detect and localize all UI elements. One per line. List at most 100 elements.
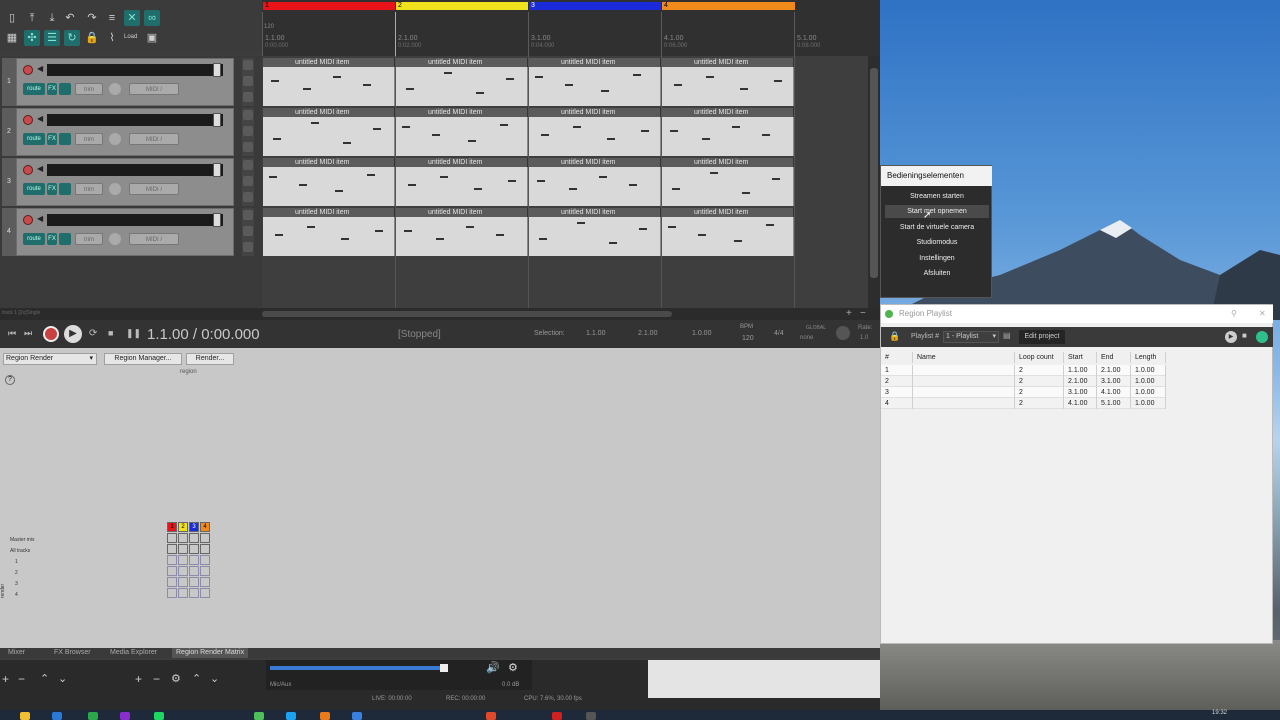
midi-item[interactable] [662, 67, 794, 106]
go-end-icon[interactable]: ⏭ [24, 328, 32, 339]
rate-value[interactable]: 1.0 [860, 335, 868, 341]
matrix-cell[interactable] [167, 577, 177, 587]
track-number[interactable]: 3 [2, 158, 16, 206]
track-io-button[interactable] [243, 226, 253, 236]
table-cell-start[interactable]: 3.1.00 [1064, 387, 1097, 398]
track-header[interactable]: ◀ route FX trim MIDI / [16, 158, 234, 206]
fx-bypass-button[interactable] [59, 133, 71, 145]
selection-start[interactable]: 1.1.00 [586, 330, 605, 337]
selection-end[interactable]: 2.1.00 [638, 330, 657, 337]
column-header[interactable]: Loop count [1015, 352, 1064, 363]
pin-icon[interactable]: ⚲ [1231, 305, 1237, 323]
midi-item[interactable] [529, 167, 661, 206]
matrix-cell[interactable] [189, 588, 199, 598]
stop-icon[interactable]: ■ [108, 328, 113, 338]
midi-item[interactable] [263, 117, 395, 156]
fx-button[interactable]: FX [47, 133, 57, 145]
track-2[interactable]: 2 ◀ route FX trim MIDI / [2, 108, 258, 156]
app-icon[interactable] [486, 712, 496, 720]
table-cell-loop[interactable]: 2 [1015, 398, 1064, 409]
matrix-cell[interactable] [167, 544, 177, 554]
matrix-cell[interactable] [200, 588, 210, 598]
midi-item-header[interactable]: untitled MIDI item [529, 208, 661, 217]
midi-item[interactable] [662, 217, 794, 256]
table-cell-start[interactable]: 4.1.00 [1064, 398, 1097, 409]
table-cell-name[interactable] [913, 365, 1015, 376]
pan-knob[interactable] [109, 133, 121, 145]
mail-icon[interactable] [52, 712, 62, 720]
new-project-icon[interactable]: ▯ [4, 10, 20, 26]
track-header[interactable]: ◀ route FX trim MIDI / [16, 208, 234, 256]
record-arm-button[interactable] [23, 165, 33, 175]
matrix-cell[interactable] [189, 577, 199, 587]
global-mode[interactable]: none [800, 335, 813, 341]
midi-item-header[interactable]: untitled MIDI item [662, 58, 794, 67]
midi-item[interactable] [529, 67, 661, 106]
repeat-icon[interactable] [1256, 331, 1268, 343]
track-phase-button[interactable] [243, 242, 253, 252]
x-toggle-icon[interactable]: ✕ [124, 10, 140, 26]
region-column-header[interactable]: 3 [189, 522, 199, 532]
midi-item[interactable] [662, 117, 794, 156]
table-cell-end[interactable]: 3.1.00 [1097, 376, 1131, 387]
midi-item[interactable] [263, 67, 395, 106]
play-icon[interactable]: ▶ [1225, 331, 1237, 343]
table-cell-name[interactable] [913, 376, 1015, 387]
track-4[interactable]: 4 ◀ route FX trim MIDI / [2, 208, 258, 256]
options-icon[interactable]: ▤ [1003, 331, 1011, 340]
column-header[interactable]: Start [1064, 352, 1097, 363]
column-header[interactable]: Name [913, 352, 1015, 363]
track-1[interactable]: 1 ◀ route FX trim MIDI / [2, 58, 258, 106]
lock-icon[interactable]: 🔒 [889, 331, 900, 342]
track-env-button[interactable] [243, 210, 253, 220]
track-number[interactable]: 1 [2, 58, 16, 106]
table-cell-n[interactable]: 4 [881, 398, 913, 409]
region-marker-4[interactable]: 4 [662, 2, 795, 10]
fx-button[interactable]: FX [47, 183, 57, 195]
midi-item-header[interactable]: untitled MIDI item [396, 208, 528, 217]
twitter-icon[interactable] [286, 712, 296, 720]
go-start-icon[interactable]: ⏮ [8, 328, 16, 339]
redo-icon[interactable]: ↷ [84, 10, 100, 26]
position-display[interactable]: 1.1.00 / 0:00.000 [147, 326, 260, 343]
ripple-icon[interactable]: ☰ [44, 30, 60, 46]
chrome-icon[interactable] [352, 712, 362, 720]
midi-input-button[interactable]: MIDI / [129, 83, 179, 95]
tab-mixer[interactable]: Mixer [4, 648, 29, 658]
region-render-select[interactable]: Region Render ▾ [3, 353, 97, 365]
table-row[interactable]: 2 2 2.1.00 3.1.00 1.0.00 [881, 376, 1166, 387]
horizontal-scrollbar[interactable]: track 1 [2x]Single + − [0, 308, 880, 320]
fx-bypass-button[interactable] [59, 233, 71, 245]
undo-icon[interactable]: ↶ [62, 10, 78, 26]
track-phase-button[interactable] [243, 92, 253, 102]
table-cell-n[interactable]: 3 [881, 387, 913, 398]
midi-item-header[interactable]: untitled MIDI item [263, 58, 395, 67]
scroll-thumb[interactable] [262, 311, 672, 317]
fx-bypass-button[interactable] [59, 83, 71, 95]
route-button[interactable]: route [23, 183, 45, 195]
midi-item[interactable] [396, 217, 528, 256]
window-titlebar[interactable]: Region Playlist ⚲ ✕ [881, 305, 1273, 323]
move-up-icon[interactable]: ⌃ [40, 672, 49, 685]
stop-icon[interactable]: ■ [1242, 331, 1247, 340]
menu-item-exit[interactable]: Afsluiten [885, 267, 989, 280]
arrange-view[interactable]: untitled MIDI item untitled MIDI item unti… [262, 56, 868, 310]
scroll-thumb[interactable] [870, 68, 878, 278]
edit-project-button[interactable]: Edit project [1019, 330, 1065, 344]
midi-item-header[interactable]: untitled MIDI item [662, 208, 794, 217]
speaker-icon[interactable]: ◀ [37, 214, 43, 223]
source-down-icon[interactable]: ⌄ [210, 672, 219, 685]
global-label[interactable]: GLOBAL [806, 325, 826, 331]
table-cell-loop[interactable]: 2 [1015, 387, 1064, 398]
menu-item-start-virtual-camera[interactable]: Start de virtuele camera [885, 221, 989, 234]
whatsapp-icon[interactable] [254, 712, 264, 720]
tab-fx-browser[interactable]: FX Browser [50, 648, 95, 658]
matrix-cell[interactable] [200, 577, 210, 587]
midi-item[interactable] [263, 217, 395, 256]
save-icon[interactable]: ⤓ [44, 10, 60, 26]
column-header[interactable]: End [1097, 352, 1131, 363]
table-cell-loop[interactable]: 2 [1015, 376, 1064, 387]
source-up-icon[interactable]: ⌃ [192, 672, 201, 685]
midi-item-header[interactable]: untitled MIDI item [529, 158, 661, 167]
table-cell-start[interactable]: 1.1.00 [1064, 365, 1097, 376]
